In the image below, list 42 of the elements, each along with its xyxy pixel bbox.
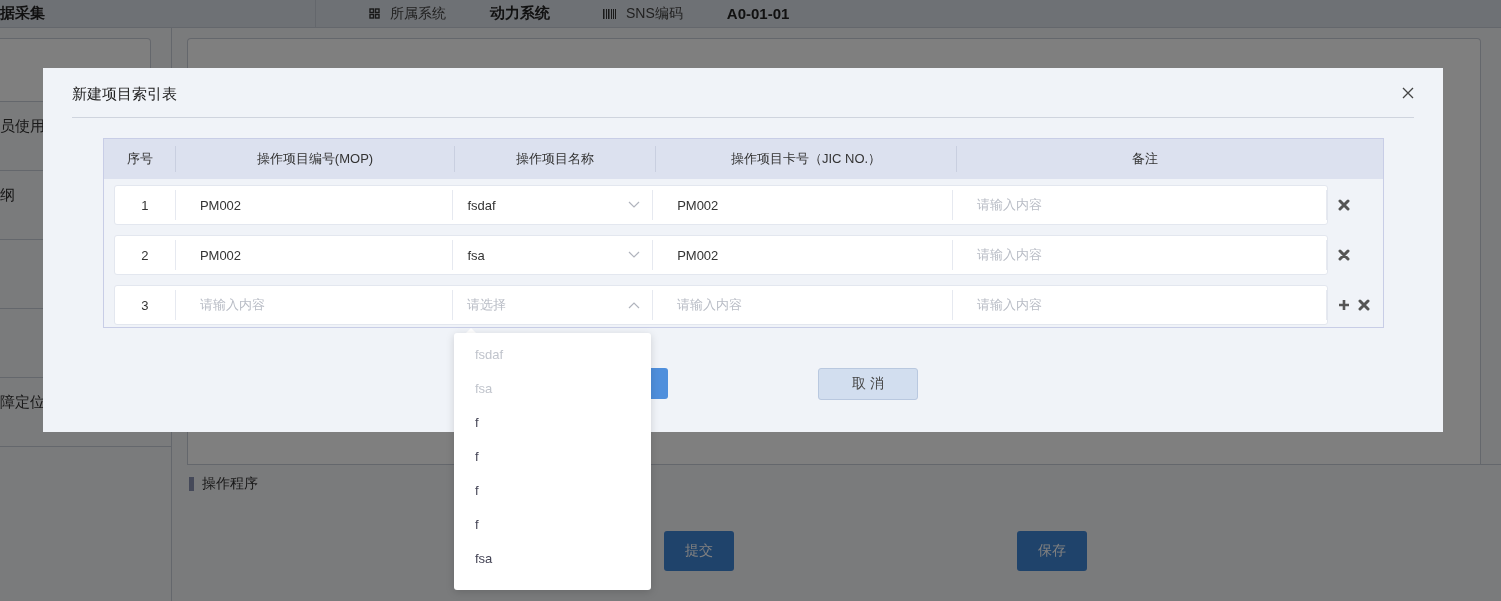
dropdown-option[interactable]: f	[454, 474, 651, 508]
column-header: 序号	[104, 146, 176, 172]
mop-field[interactable]: PM002	[175, 240, 454, 270]
card-number-field[interactable]: PM002	[653, 190, 953, 220]
grid-icon	[369, 8, 380, 19]
name-select[interactable]: fsa	[453, 240, 654, 270]
column-header: 操作项目卡号（JIC NO.）	[656, 146, 957, 172]
dropdown-option[interactable]: f	[454, 508, 651, 542]
sidebar-item[interactable]: 员使用	[0, 116, 45, 136]
action-button[interactable]: 保存	[1017, 531, 1087, 571]
section-marker	[189, 477, 194, 491]
column-header: 备注	[1130, 150, 1159, 168]
field-label: 所属系统	[390, 4, 446, 23]
row-number: 1	[141, 197, 149, 213]
field-label: SNS编码	[626, 4, 683, 23]
row-number: 2	[141, 247, 149, 263]
chevron-down-icon	[628, 201, 641, 209]
chevron-up-icon	[628, 301, 641, 309]
dialog-title: 新建项目索引表	[72, 85, 177, 104]
field-value: A0-01-01	[726, 5, 790, 22]
page-title: 据采集	[0, 4, 45, 23]
name-select[interactable]: fsdaf	[453, 190, 654, 220]
dropdown-option[interactable]: f	[454, 440, 651, 474]
remove-icon[interactable]	[1338, 249, 1350, 261]
mop-field[interactable]: PM002	[175, 190, 454, 220]
sidebar-item[interactable]: 障定位	[0, 392, 45, 412]
close-icon[interactable]	[1402, 86, 1414, 99]
barcode-icon	[603, 8, 616, 19]
remove-icon[interactable]	[1338, 199, 1350, 211]
card-number-field[interactable]: PM002	[653, 240, 953, 270]
dropdown-option[interactable]: f	[454, 406, 651, 440]
section-title: 操作程序	[202, 475, 258, 493]
cancel-button[interactable]: 取 消	[818, 368, 918, 400]
remove-icon[interactable]	[1358, 299, 1370, 311]
chevron-down-icon	[628, 251, 641, 259]
add-icon[interactable]	[1338, 299, 1350, 311]
column-header: 操作项目编号(MOP)	[176, 146, 455, 172]
dropdown-option[interactable]: fsa	[454, 542, 651, 576]
column-header: 操作项目名称	[455, 146, 656, 172]
row-number: 3	[141, 297, 149, 313]
action-button[interactable]: 提交	[664, 531, 734, 571]
sidebar-item[interactable]: 纲	[0, 185, 15, 205]
